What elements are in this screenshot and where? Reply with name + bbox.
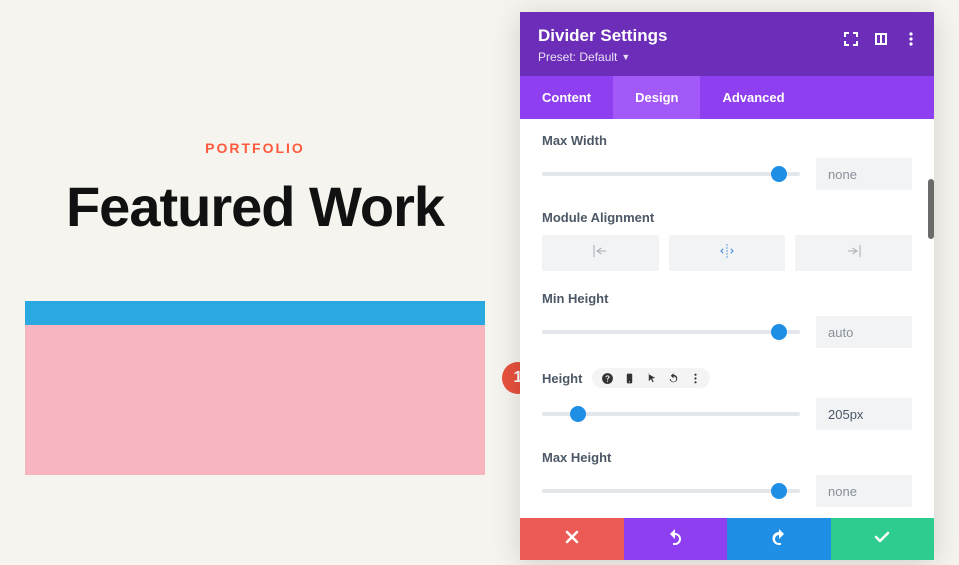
height-value[interactable]: 205px — [816, 398, 912, 430]
columns-icon[interactable] — [872, 30, 890, 48]
max-width-thumb[interactable] — [771, 166, 787, 182]
alignment-label: Module Alignment — [542, 210, 912, 225]
min-height-value[interactable]: auto — [816, 316, 912, 348]
max-height-label: Max Height — [542, 450, 912, 465]
height-label: Height — [542, 371, 582, 386]
redo-button[interactable] — [727, 518, 831, 560]
alignment-group — [542, 235, 912, 271]
field-max-height: Max Height none — [542, 450, 912, 507]
align-center-button[interactable] — [669, 235, 786, 271]
min-height-slider[interactable] — [542, 330, 800, 334]
tab-advanced[interactable]: Advanced — [700, 76, 806, 119]
field-height: Height 205px — [542, 368, 912, 430]
panel-header: Divider Settings Preset: Default ▼ — [520, 12, 934, 76]
field-min-height: Min Height auto — [542, 291, 912, 348]
align-center-icon — [718, 242, 736, 265]
tab-design[interactable]: Design — [613, 76, 700, 119]
help-icon[interactable] — [600, 371, 614, 385]
confirm-button[interactable] — [831, 518, 935, 560]
divider-preview-blue — [25, 301, 485, 325]
align-right-icon — [845, 242, 863, 265]
redo-icon — [771, 529, 787, 550]
hover-cursor-icon[interactable] — [644, 371, 658, 385]
more-icon[interactable] — [688, 371, 702, 385]
chevron-down-icon: ▼ — [621, 52, 630, 62]
min-height-label: Min Height — [542, 291, 912, 306]
height-label-row: Height — [542, 368, 912, 388]
max-width-value[interactable]: none — [816, 158, 912, 190]
page-preview: PORTFOLIO Featured Work — [25, 140, 485, 475]
tabs: Content Design Advanced — [520, 76, 934, 119]
max-width-label: Max Width — [542, 133, 912, 148]
field-alignment: Module Alignment — [542, 210, 912, 271]
max-height-value[interactable]: none — [816, 475, 912, 507]
preset-label: Preset: Default — [538, 50, 617, 64]
cancel-button[interactable] — [520, 518, 624, 560]
max-height-thumb[interactable] — [771, 483, 787, 499]
expand-icon[interactable] — [842, 30, 860, 48]
headline-text: Featured Work — [25, 174, 485, 239]
height-slider[interactable] — [542, 412, 800, 416]
align-left-icon — [591, 242, 609, 265]
min-height-thumb[interactable] — [771, 324, 787, 340]
eyebrow-text: PORTFOLIO — [25, 140, 485, 156]
kebab-menu-icon[interactable] — [902, 30, 920, 48]
reset-icon[interactable] — [666, 371, 680, 385]
undo-button[interactable] — [624, 518, 728, 560]
height-thumb[interactable] — [570, 406, 586, 422]
undo-icon — [667, 529, 683, 550]
height-option-toolbar — [592, 368, 710, 388]
field-max-width: Max Width none — [542, 133, 912, 190]
max-height-slider[interactable] — [542, 489, 800, 493]
align-left-button[interactable] — [542, 235, 659, 271]
preset-dropdown[interactable]: Preset: Default ▼ — [538, 50, 630, 64]
tab-content[interactable]: Content — [520, 76, 613, 119]
mobile-icon[interactable] — [622, 371, 636, 385]
panel-footer — [520, 518, 934, 560]
divider-preview-pink — [25, 325, 485, 475]
panel-body: Max Width none Module Alignment — [520, 119, 934, 518]
close-icon — [564, 529, 580, 550]
panel-header-actions — [842, 30, 920, 48]
check-icon — [874, 529, 890, 550]
settings-panel: Divider Settings Preset: Default ▼ Conte… — [520, 12, 934, 560]
max-width-slider[interactable] — [542, 172, 800, 176]
align-right-button[interactable] — [795, 235, 912, 271]
